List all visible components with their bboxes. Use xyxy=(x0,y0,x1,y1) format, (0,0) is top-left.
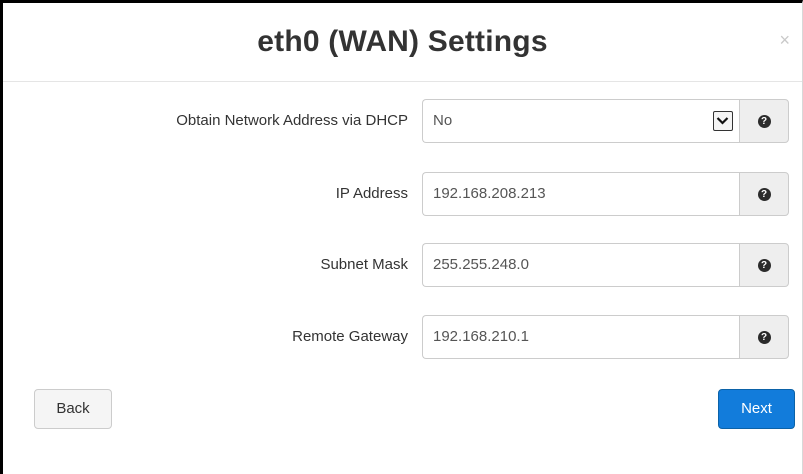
form-row-ip-address: IP Address 192.168.208.213 ? xyxy=(0,172,796,216)
question-circle-icon: ? xyxy=(757,258,771,272)
subnet-mask-input[interactable]: 255.255.248.0 xyxy=(422,243,739,287)
subnet-mask-help-button[interactable]: ? xyxy=(739,243,789,287)
chevron-down-icon[interactable] xyxy=(713,111,733,131)
remote-gateway-input[interactable]: 192.168.210.1 xyxy=(422,315,739,359)
ip-address-help-button[interactable]: ? xyxy=(739,172,789,216)
back-button[interactable]: Back xyxy=(34,389,112,429)
modal-title: eth0 (WAN) Settings xyxy=(257,25,548,58)
question-circle-icon: ? xyxy=(757,187,771,201)
remote-gateway-help-button[interactable]: ? xyxy=(739,315,789,359)
dhcp-select[interactable]: No xyxy=(422,99,739,143)
dhcp-label: Obtain Network Address via DHCP xyxy=(176,112,408,129)
dhcp-help-button[interactable]: ? xyxy=(739,99,789,143)
form-row-dhcp: Obtain Network Address via DHCP No ? xyxy=(0,99,796,143)
question-circle-icon: ? xyxy=(757,330,771,344)
dhcp-select-value: No xyxy=(433,112,453,129)
modal-header: eth0 (WAN) Settings × xyxy=(3,3,802,82)
remote-gateway-label: Remote Gateway xyxy=(292,328,408,345)
ip-address-label: IP Address xyxy=(335,185,408,202)
form-row-remote-gateway: Remote Gateway 192.168.210.1 ? xyxy=(0,315,796,359)
form-row-subnet-mask: Subnet Mask 255.255.248.0 ? xyxy=(0,243,796,287)
close-button[interactable]: × xyxy=(779,31,790,49)
ip-address-input[interactable]: 192.168.208.213 xyxy=(422,172,739,216)
next-button[interactable]: Next xyxy=(718,389,795,429)
question-circle-icon: ? xyxy=(757,114,771,128)
subnet-mask-label: Subnet Mask xyxy=(320,256,408,273)
